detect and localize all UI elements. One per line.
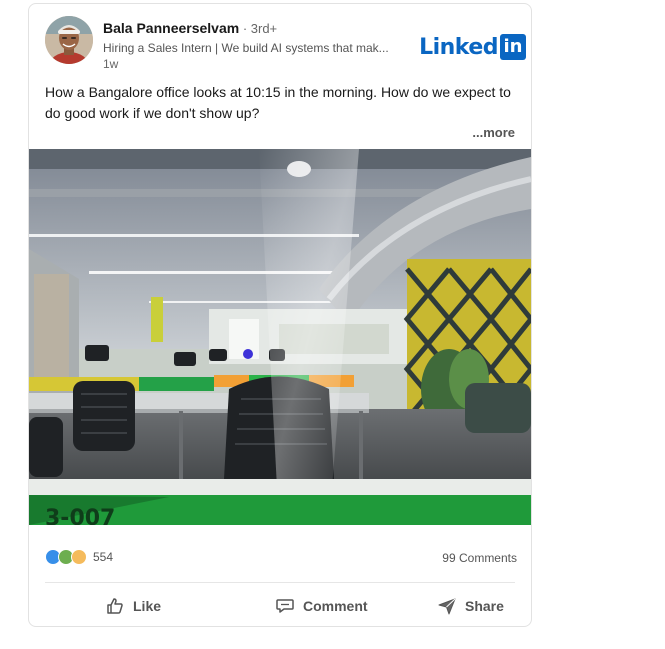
avatar-image: [45, 16, 93, 64]
linkedin-wordmark: Linked: [419, 34, 498, 60]
comment-button[interactable]: Comment: [275, 590, 368, 622]
like-label: Like: [133, 598, 162, 614]
post-header: Bala Panneerselvam · 3rd+ Hiring a Sales…: [45, 16, 526, 74]
reactions-summary[interactable]: 554: [45, 549, 113, 565]
insightful-icon: [71, 549, 87, 565]
connection-degree: · 3rd+: [239, 21, 278, 36]
like-button[interactable]: Like: [105, 590, 161, 622]
post-card: Bala Panneerselvam · 3rd+ Hiring a Sales…: [28, 3, 532, 627]
post-timestamp: 1w: [103, 57, 119, 71]
reaction-count[interactable]: 554: [93, 550, 113, 564]
send-icon: [438, 598, 456, 615]
author-avatar[interactable]: [45, 16, 93, 64]
share-label: Share: [465, 598, 504, 614]
author-headline: Hiring a Sales Intern | We build AI syst…: [103, 41, 389, 55]
post-actions: Like Comment Share: [45, 590, 515, 622]
author-name[interactable]: Bala Panneerselvam · 3rd+: [103, 20, 277, 36]
linkedin-logo: Linked in: [419, 34, 526, 60]
office-photo: 3-007: [29, 149, 531, 525]
share-button[interactable]: Share: [437, 590, 504, 622]
thumbs-up-icon: [107, 598, 123, 614]
comments-count[interactable]: 99 Comments: [442, 551, 517, 565]
author-name-text[interactable]: Bala Panneerselvam: [103, 20, 239, 36]
desk-number-label: 3-007: [45, 506, 115, 525]
post-text: How a Bangalore office looks at 10:15 in…: [45, 84, 511, 121]
actions-divider: [45, 582, 515, 583]
see-more-link[interactable]: ...more: [472, 125, 515, 140]
social-counts: 554 99 Comments: [45, 549, 517, 569]
post-image[interactable]: 3-007: [29, 149, 531, 525]
comment-icon: [276, 599, 294, 613]
comment-label: Comment: [303, 598, 368, 614]
linkedin-in-badge: in: [500, 34, 526, 60]
